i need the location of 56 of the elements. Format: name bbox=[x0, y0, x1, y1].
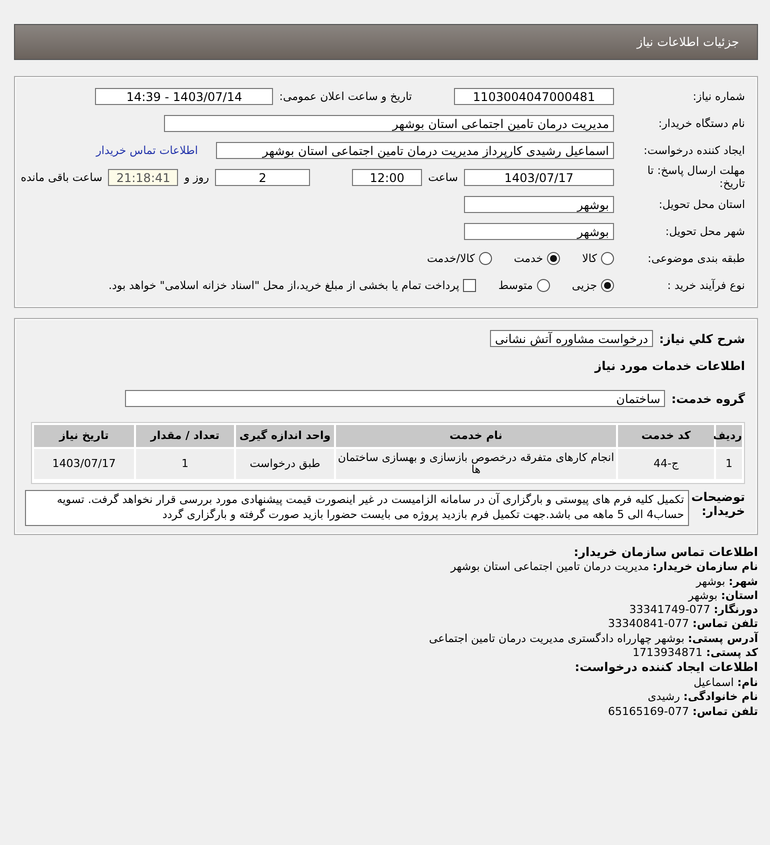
days-label: روز و bbox=[184, 171, 210, 184]
payment-checkbox[interactable]: پرداخت تمام یا بخشی از مبلغ خرید،از محل "اسناد خزانه اسلامی" خواهد بود. bbox=[108, 279, 476, 292]
announce-date-field: 1403/07/14 - 14:39 bbox=[95, 88, 274, 105]
field-label: ایجاد کننده درخواست: bbox=[642, 144, 745, 157]
contact-line: آدرس پستی: بوشهر چهارراه دادگستری مدیریت درمان تامین اجتماعی bbox=[428, 632, 758, 646]
remaining-label: ساعت باقی مانده bbox=[20, 171, 102, 184]
deadline-date-field: 1403/07/17 bbox=[464, 169, 614, 186]
contact-line: نام خانوادگی: رشیدی bbox=[646, 690, 758, 705]
summary-label: شرح كلي نياز: bbox=[659, 332, 745, 346]
table-cell: انجام کارهای متفرقه درخصوص بازسازی و بهسازی ساختمان ها bbox=[336, 449, 616, 479]
table-cell: 1403/07/17 bbox=[34, 449, 134, 479]
contact-heading: اطلاعات ایجاد کننده درخواست: bbox=[574, 660, 758, 676]
page-title: جزئیات اطلاعات نیاز bbox=[636, 35, 739, 49]
creator-field: اسماعیل رشیدی کارپرداز مدیریت درمان تامین اجتماعی استان بوشهر bbox=[216, 142, 614, 159]
deadline-time-field: 12:00 bbox=[352, 169, 422, 186]
column-header: کد خدمت bbox=[618, 425, 714, 447]
column-header: نام خدمت bbox=[336, 425, 616, 447]
province-field: بوشهر bbox=[464, 196, 614, 213]
column-header: ردیف bbox=[716, 425, 742, 447]
field-label: نوع فرآیند خرید : bbox=[666, 279, 745, 292]
table-cell: 1 bbox=[716, 449, 742, 479]
need-number-field: 1103004047000481 bbox=[454, 88, 614, 105]
contact-line: شهر: بوشهر bbox=[694, 574, 758, 589]
days-field: 2 bbox=[215, 169, 310, 186]
table-cell: طبق درخواست bbox=[236, 449, 334, 479]
column-header: تاریخ نیاز bbox=[34, 425, 134, 447]
category-radio[interactable]: کالا bbox=[582, 252, 614, 265]
category-radio[interactable]: کالا/خدمت bbox=[427, 252, 492, 265]
remaining-time-field: 21:18:41 bbox=[108, 169, 178, 186]
time-label: ساعت bbox=[428, 171, 458, 184]
field-label: شماره نیاز: bbox=[692, 90, 745, 103]
category-radio[interactable]: خدمت bbox=[514, 252, 560, 265]
field-label: نام دستگاه خریدار: bbox=[657, 117, 745, 130]
buyer-contact-link[interactable]: اطلاعات تماس خریدار bbox=[96, 144, 198, 157]
summary-field: درخواست مشاوره آتش نشانی bbox=[490, 330, 654, 347]
city-field: بوشهر bbox=[464, 223, 614, 240]
contact-line: نام سازمان خریدار: مدیریت درمان تامین اجتماعی استان بوشهر bbox=[449, 560, 758, 575]
table-cell: ج-44 bbox=[618, 449, 714, 479]
field-label: مهلت ارسال پاسخ: تا تاریخ: bbox=[646, 165, 745, 190]
column-header: واحد اندازه گیری bbox=[236, 425, 334, 447]
column-header: تعداد / مقدار bbox=[136, 425, 234, 447]
field-label: استان محل تحویل: bbox=[658, 198, 745, 211]
buyer-org-field: مدیریت درمان تامین اجتماعی استان بوشهر bbox=[164, 115, 614, 132]
field-label: تاریخ و ساعت اعلان عمومی: bbox=[279, 90, 412, 103]
notes-field: تکمیل کلیه فرم های پیوستی و بارگزاری آن در سامانه الزامیست در غیر اینصورت قیمت پیشنهادی مورد بررسی قرار نخواهد گرفت. تسویه حساب4 الی 5 ماهه می باشد.جهت تکمیل فرم بازدید پروژه می بایست حضورا بازید صورت گرفته و بارگزاری گردد bbox=[25, 490, 689, 526]
service-group-field: ساختمان bbox=[125, 390, 666, 407]
section-title: اطلاعات خدمات مورد نیاز bbox=[594, 358, 745, 372]
table-cell: 1 bbox=[136, 449, 234, 479]
service-group-label: گروه خدمت: bbox=[671, 392, 745, 406]
process-radio[interactable]: جزیی bbox=[572, 279, 614, 292]
contact-line: نام: اسماعیل bbox=[692, 676, 758, 690]
field-label: شهر محل تحویل: bbox=[664, 225, 745, 238]
process-radio[interactable]: متوسط bbox=[498, 279, 550, 292]
field-label: طبقه بندی موضوعی: bbox=[646, 252, 745, 265]
contact-line: استان: بوشهر bbox=[686, 588, 758, 603]
contact-heading: اطلاعات تماس سازمان خریدار: bbox=[572, 544, 758, 560]
